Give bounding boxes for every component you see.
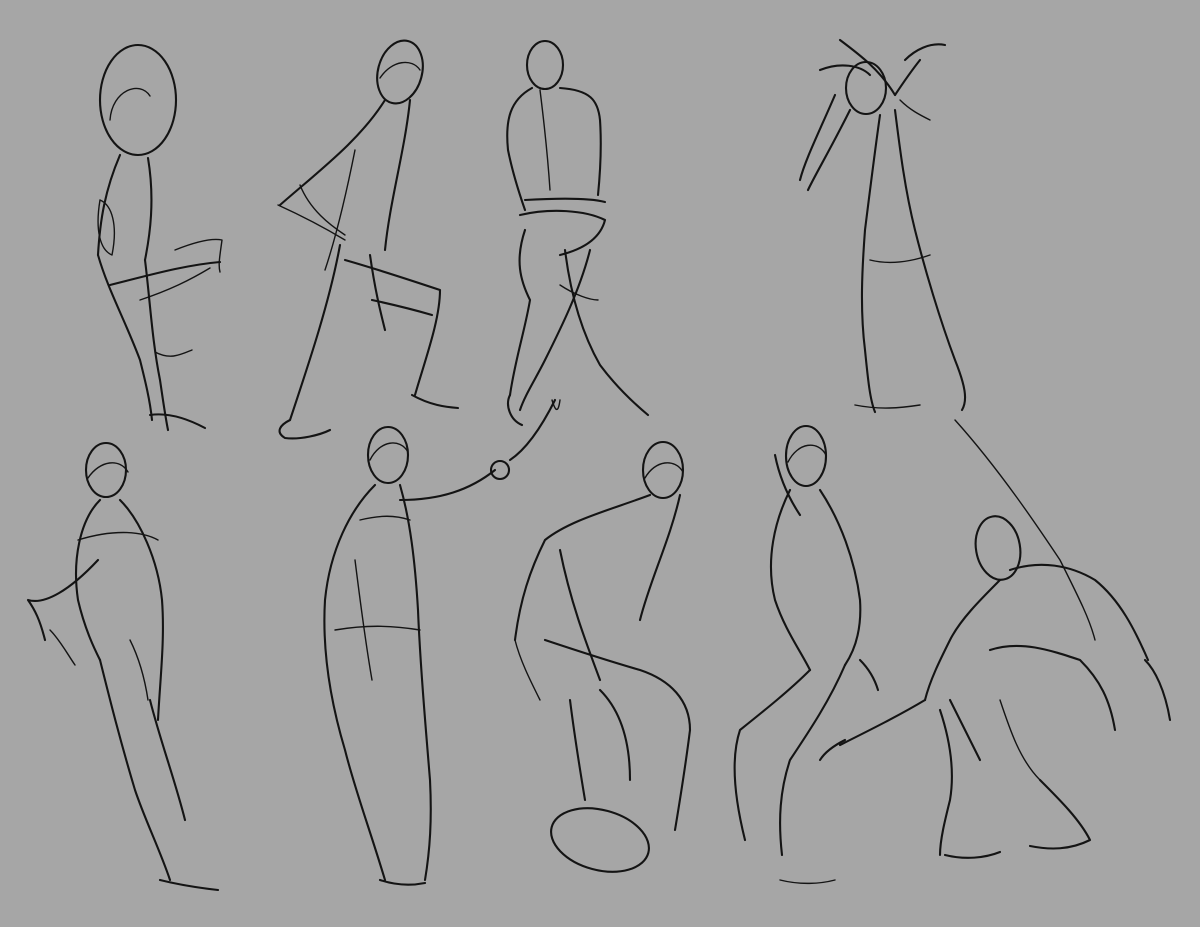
sketch-sheet <box>0 0 1200 927</box>
gesture-sketch-canvas <box>0 0 1200 927</box>
